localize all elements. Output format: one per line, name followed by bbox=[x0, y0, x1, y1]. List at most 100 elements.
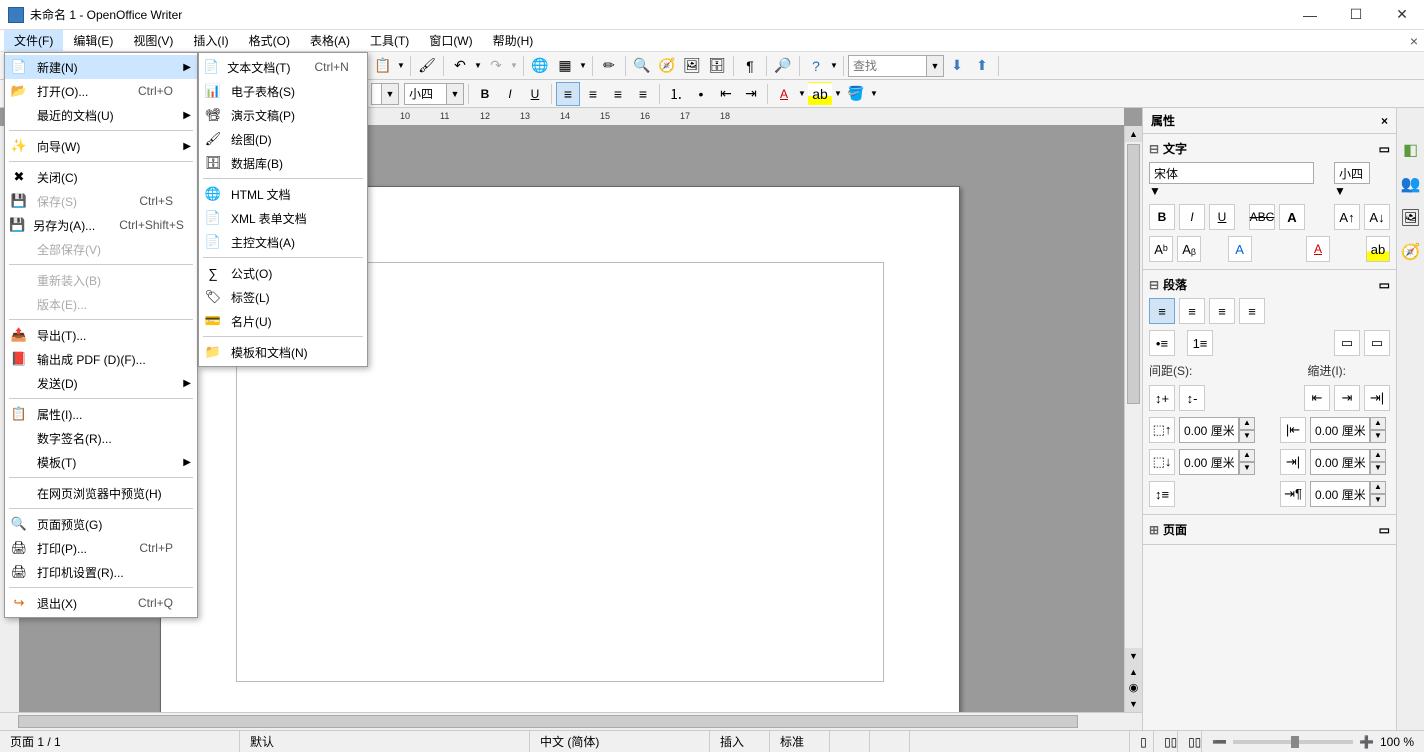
font-color-dropdown-icon[interactable]: ▼ bbox=[797, 82, 807, 106]
scroll-up-icon[interactable]: ▲ bbox=[1125, 126, 1142, 142]
subscript-button[interactable]: Aᵦ bbox=[1177, 236, 1201, 262]
menu-saveall[interactable]: 全部保存(V) bbox=[5, 237, 197, 261]
hanging-indent-button[interactable]: ⇥| bbox=[1364, 385, 1390, 411]
undo-button[interactable]: ↶ bbox=[448, 54, 472, 78]
space-above-spin[interactable]: ▲▼ bbox=[1179, 417, 1259, 443]
font-size-dropdown-icon[interactable]: ▼ bbox=[446, 83, 464, 105]
scroll-thumb-h[interactable] bbox=[18, 715, 1078, 728]
increase-indent-button[interactable]: ⇥ bbox=[1334, 385, 1360, 411]
new-formula[interactable]: ∑公式(O) bbox=[199, 261, 367, 285]
new-html[interactable]: 🌐HTML 文档 bbox=[199, 182, 367, 206]
status-insert-mode[interactable]: 插入 bbox=[710, 731, 770, 752]
font-effects-button[interactable]: A bbox=[1228, 236, 1252, 262]
increase-font-button[interactable]: A↑ bbox=[1334, 204, 1360, 230]
scroll-thumb[interactable] bbox=[1127, 144, 1140, 404]
view-book-icon[interactable]: ▯▯ bbox=[1178, 731, 1202, 752]
table-button[interactable]: ▦ bbox=[553, 54, 577, 78]
menu-open[interactable]: 📂打开(O)...Ctrl+O bbox=[5, 79, 197, 103]
decrease-indent-button[interactable]: ⇤ bbox=[714, 82, 738, 106]
increase-indent-button[interactable]: ⇥ bbox=[739, 82, 763, 106]
close-button[interactable]: ✕ bbox=[1388, 6, 1416, 23]
font-color-button[interactable]: A bbox=[772, 82, 796, 106]
menu-reload[interactable]: 重新装入(B) bbox=[5, 268, 197, 292]
navigator-button[interactable]: 🧭 bbox=[655, 54, 679, 78]
new-text-doc[interactable]: 📄文本文档(T)Ctrl+N bbox=[199, 55, 367, 79]
align-justify-button[interactable]: ≡ bbox=[631, 82, 655, 106]
minimize-button[interactable]: — bbox=[1296, 7, 1324, 23]
menu-view[interactable]: 视图(V) bbox=[123, 30, 183, 51]
prev-page-icon[interactable]: ▲ bbox=[1125, 664, 1142, 680]
font-name-dropdown-icon[interactable]: ▼ bbox=[381, 83, 399, 105]
paste-dropdown-icon[interactable]: ▼ bbox=[396, 54, 406, 78]
sidebar-font-size-input[interactable] bbox=[1334, 162, 1370, 184]
numbered-list-button[interactable]: 1≡ bbox=[1187, 330, 1213, 356]
menu-printersettings[interactable]: 🖨打印机设置(R)... bbox=[5, 560, 197, 584]
align-left-button[interactable]: ≡ bbox=[556, 82, 580, 106]
font-color-button[interactable]: A bbox=[1306, 236, 1330, 262]
highlight-button[interactable]: ab bbox=[808, 82, 832, 106]
menu-saveas[interactable]: 💾另存为(A)...Ctrl+Shift+S bbox=[5, 213, 197, 237]
status-signature[interactable] bbox=[870, 731, 910, 752]
sidebar-font-name-input[interactable] bbox=[1149, 162, 1314, 184]
status-selection-mode[interactable]: 标准 bbox=[770, 731, 830, 752]
data-sources-button[interactable]: 🗄 bbox=[705, 54, 729, 78]
menu-templates[interactable]: 模板(T)▶ bbox=[5, 450, 197, 474]
font-size-combo[interactable]: ▼ bbox=[404, 83, 464, 105]
status-modified[interactable] bbox=[830, 731, 870, 752]
increase-spacing-button[interactable]: ↕+ bbox=[1149, 385, 1175, 411]
menu-wizard[interactable]: ✨向导(W)▶ bbox=[5, 134, 197, 158]
menu-file[interactable]: 文件(F) bbox=[4, 30, 63, 51]
gallery-button[interactable]: 🖼 bbox=[680, 54, 704, 78]
next-page-icon[interactable]: ▼ bbox=[1125, 696, 1142, 712]
decrease-spacing-button[interactable]: ↕- bbox=[1179, 385, 1205, 411]
menu-close[interactable]: ✖关闭(C) bbox=[5, 165, 197, 189]
section-more-icon[interactable]: ▭ bbox=[1379, 142, 1390, 156]
zoom-out-icon[interactable]: ➖ bbox=[1212, 735, 1227, 749]
menu-send[interactable]: 发送(D)▶ bbox=[5, 371, 197, 395]
menu-insert[interactable]: 插入(I) bbox=[183, 30, 238, 51]
menu-versions[interactable]: 版本(E)... bbox=[5, 292, 197, 316]
redo-dropdown-icon[interactable]: ▼ bbox=[509, 54, 519, 78]
new-labels[interactable]: 🏷标签(L) bbox=[199, 285, 367, 309]
bg-color-button[interactable]: ▭ bbox=[1334, 330, 1360, 356]
find-dropdown-icon[interactable]: ▼ bbox=[926, 55, 944, 77]
first-line-indent-spin[interactable]: ▲▼ bbox=[1310, 481, 1390, 507]
collapse-icon[interactable]: ⊟ bbox=[1149, 278, 1159, 292]
space-below-spin[interactable]: ▲▼ bbox=[1179, 449, 1259, 475]
menu-new[interactable]: 📄新建(N)▶ bbox=[5, 55, 197, 79]
paste-button[interactable]: 📋 bbox=[371, 54, 395, 78]
menu-tools[interactable]: 工具(T) bbox=[360, 30, 419, 51]
font-name-combo[interactable]: ▼ bbox=[371, 83, 399, 105]
new-xmlform[interactable]: 📄XML 表单文档 bbox=[199, 206, 367, 230]
find-replace-button[interactable]: 🔍 bbox=[630, 54, 654, 78]
new-drawing[interactable]: 🖌绘图(D) bbox=[199, 127, 367, 151]
zoom-in-icon[interactable]: ➕ bbox=[1359, 735, 1374, 749]
help-dropdown-icon[interactable]: ▼ bbox=[829, 54, 839, 78]
dropdown-icon[interactable]: ▼ bbox=[1149, 184, 1330, 198]
indent-after-spin[interactable]: ▲▼ bbox=[1310, 449, 1390, 475]
decrease-font-button[interactable]: A↓ bbox=[1364, 204, 1390, 230]
italic-button[interactable]: I bbox=[1179, 204, 1205, 230]
zoom-value[interactable]: 100 % bbox=[1380, 735, 1414, 749]
menu-help[interactable]: 帮助(H) bbox=[483, 30, 544, 51]
menu-exit[interactable]: ↪退出(X)Ctrl+Q bbox=[5, 591, 197, 615]
menu-recent[interactable]: 最近的文档(U)▶ bbox=[5, 103, 197, 127]
status-language[interactable]: 中文 (简体) bbox=[530, 731, 710, 752]
find-toolbar-combo[interactable]: ▼ bbox=[848, 55, 944, 77]
menu-print[interactable]: 🖨打印(P)...Ctrl+P bbox=[5, 536, 197, 560]
navigator-tab-icon[interactable]: 🧭 bbox=[1399, 240, 1423, 264]
line-spacing-button[interactable]: ↕≡ bbox=[1149, 481, 1175, 507]
table-dropdown-icon[interactable]: ▼ bbox=[578, 54, 588, 78]
format-paintbrush-button[interactable]: 🖌 bbox=[415, 54, 439, 78]
find-prev-button[interactable]: ⬆ bbox=[970, 54, 994, 78]
menu-sign[interactable]: 数字签名(R)... bbox=[5, 426, 197, 450]
gallery-tab-icon[interactable]: 🖼 bbox=[1399, 206, 1423, 230]
new-presentation[interactable]: 📽演示文稿(P) bbox=[199, 103, 367, 127]
draw-functions-button[interactable]: ✏ bbox=[597, 54, 621, 78]
section-more-icon[interactable]: ▭ bbox=[1379, 523, 1390, 537]
bold-button[interactable]: B bbox=[1149, 204, 1175, 230]
redo-button[interactable]: ↷ bbox=[484, 54, 508, 78]
menu-window[interactable]: 窗口(W) bbox=[419, 30, 482, 51]
status-page[interactable]: 页面 1 / 1 bbox=[0, 731, 240, 752]
nonprinting-button[interactable]: ¶ bbox=[738, 54, 762, 78]
